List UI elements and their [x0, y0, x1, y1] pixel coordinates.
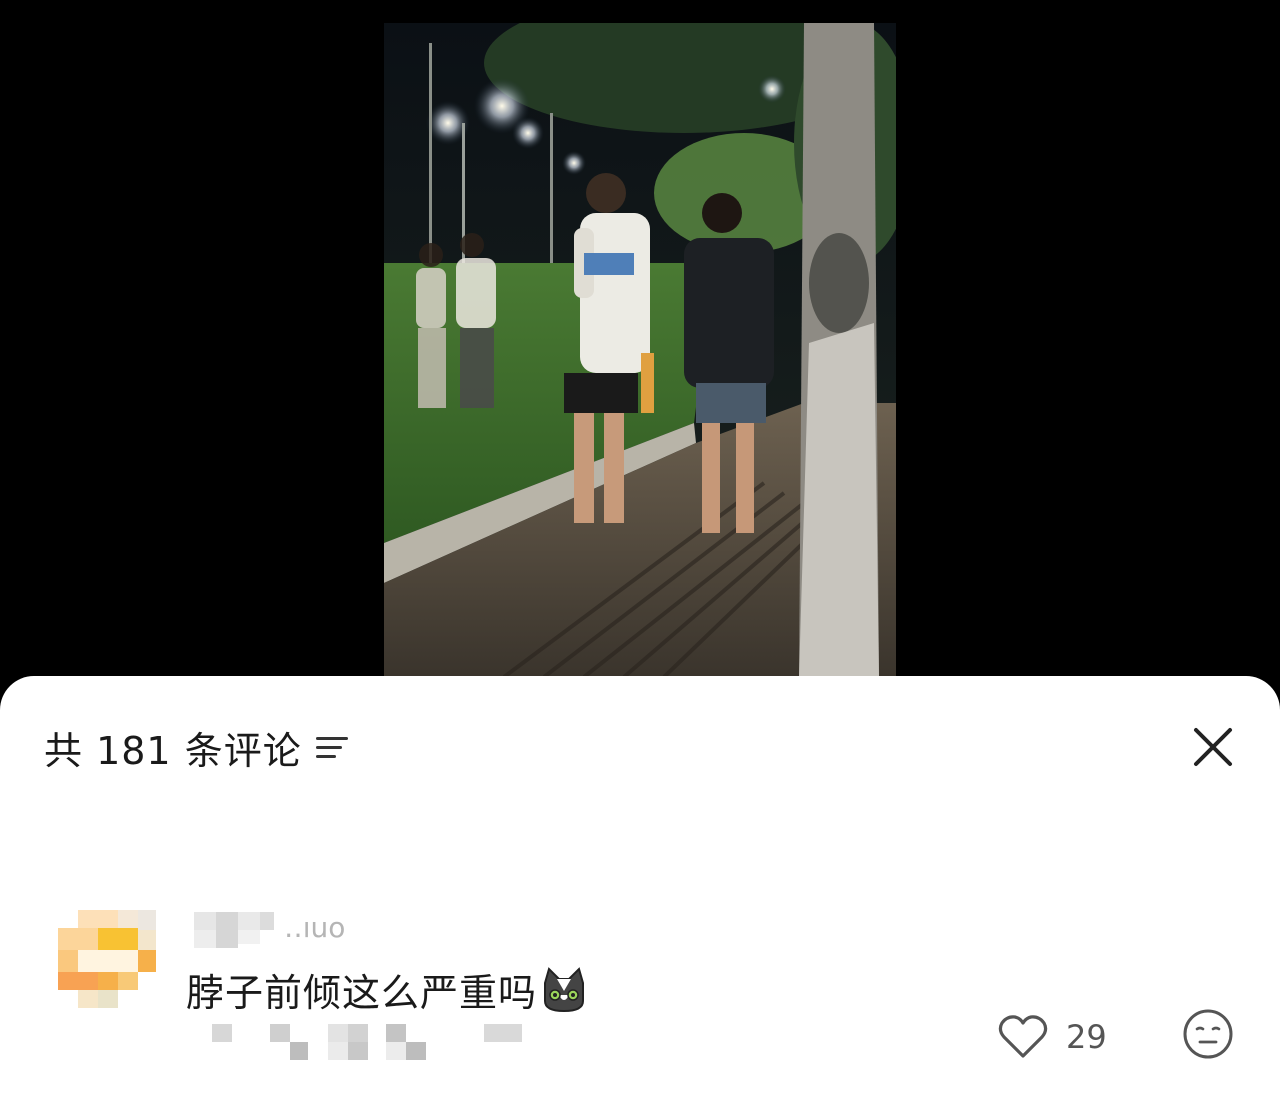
username-fragment: ‥ıuo	[284, 911, 346, 944]
comment-sheet: 共 181 条评论 ‥ıuo 脖子前倾这么严重吗 29	[0, 676, 1280, 1119]
comment-meta	[212, 1022, 532, 1062]
sort-lines-icon[interactable]	[315, 734, 350, 762]
night-street-scene	[384, 23, 896, 677]
close-x-icon[interactable]	[1190, 724, 1236, 770]
face-expression-icon[interactable]	[1182, 1008, 1234, 1060]
video-frame[interactable]	[384, 23, 896, 677]
avatar[interactable]	[58, 910, 156, 1008]
sheet-header: 共 181 条评论	[44, 720, 350, 775]
video-player[interactable]	[0, 0, 1280, 690]
like-count: 29	[1066, 1018, 1107, 1056]
comment-item[interactable]: ‥ıuo 脖子前倾这么严重吗 29	[58, 910, 1238, 1100]
heart-outline-icon	[998, 1015, 1048, 1058]
username[interactable]: ‥ıuo	[194, 912, 394, 948]
like-button[interactable]: 29	[998, 1014, 1107, 1060]
comment-body: 脖子前倾这么严重吗	[186, 962, 589, 1017]
comment-count-title: 共 181 条评论	[44, 729, 302, 773]
cat-face-emoji	[544, 966, 585, 1012]
comment-text: 脖子前倾这么严重吗	[186, 971, 538, 1015]
